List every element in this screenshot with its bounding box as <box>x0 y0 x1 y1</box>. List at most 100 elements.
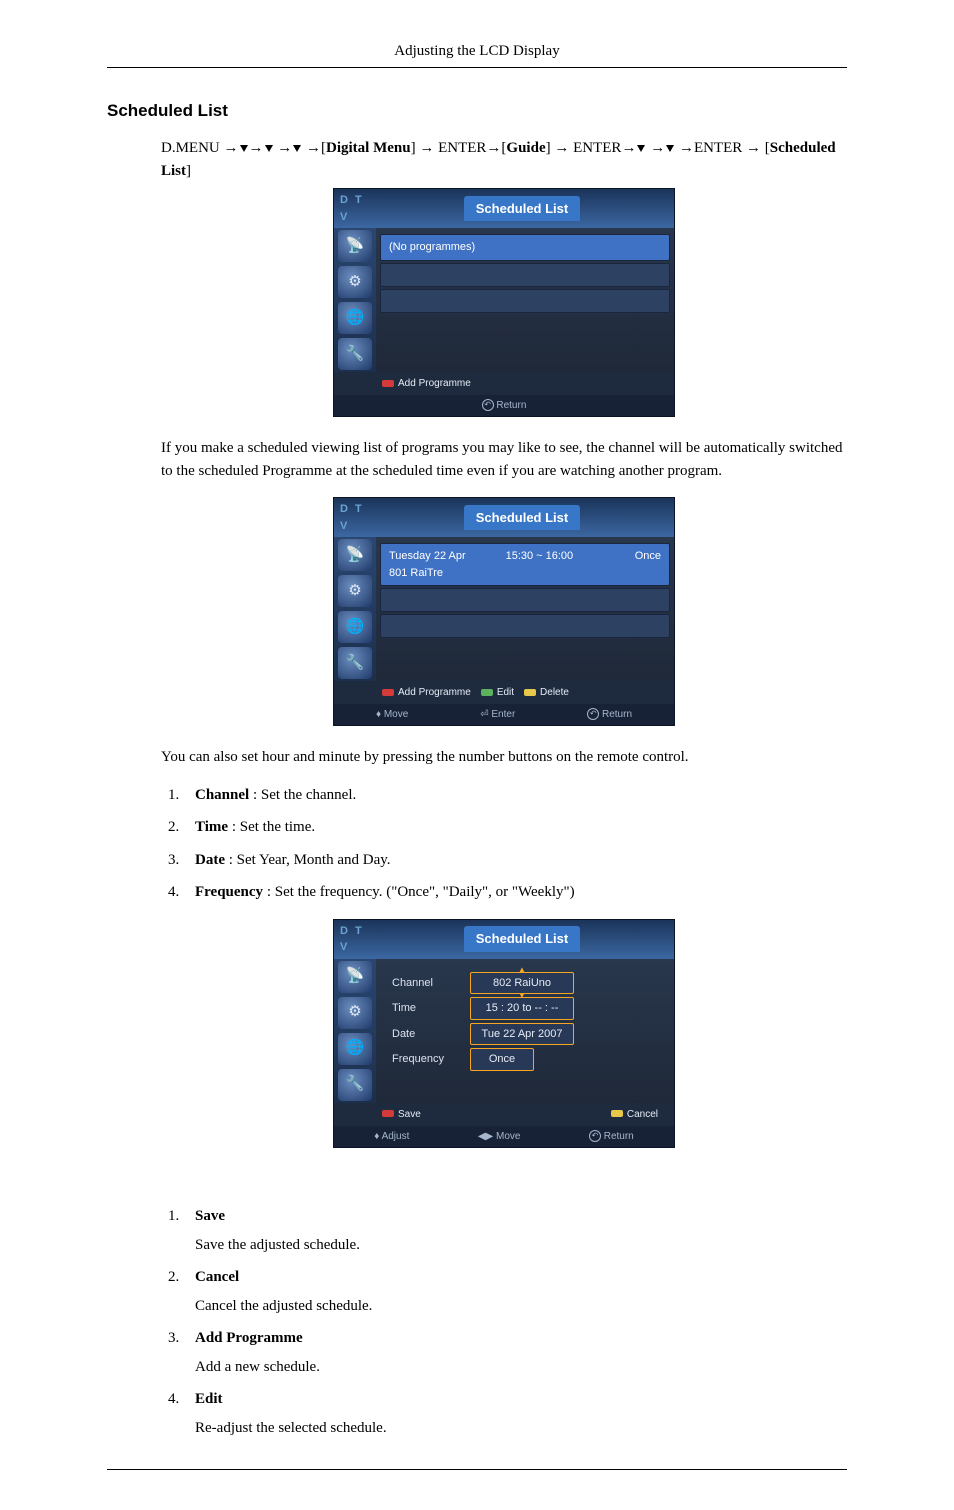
tools-icon: 🔧 <box>338 338 372 370</box>
osd-dtv-label: D T V <box>340 923 376 956</box>
osd-sidebar: 📡 ⚙ 🌐 🔧 <box>334 959 376 1103</box>
osd-title: Scheduled List <box>464 196 580 222</box>
osd-footer: Add Programme <box>334 372 674 395</box>
breadcrumb-digital-menu: Digital Menu <box>326 140 411 156</box>
list-item-desc: Re-adjust the selected schedule. <box>195 1417 847 1440</box>
move-label: Move <box>496 1131 520 1142</box>
globe-icon: 🌐 <box>338 302 372 334</box>
osd-screenshot-2: D T V Scheduled List 📡 ⚙ 🌐 🔧 Tuesday 22 … <box>333 497 675 726</box>
channel-value: ▲802 RaiUno▼ <box>470 972 574 995</box>
list-item-desc: : Set the time. <box>228 819 315 835</box>
osd-screenshot-1: D T V Scheduled List 📡 ⚙ 🌐 🔧 (No program… <box>333 188 675 417</box>
osd-footer2: ♦ Adjust ◀▶ Move ↶ Return <box>334 1126 674 1147</box>
field-row-date: Date Tue 22 Apr 2007 <box>380 1023 670 1046</box>
enter-label: Enter <box>491 709 515 720</box>
time-value: 15 : 20 to -- : -- <box>470 997 574 1020</box>
delete-label: Delete <box>540 687 569 698</box>
list-item-desc: : Set the frequency. ("Once", "Daily", o… <box>263 884 575 900</box>
paragraph-description-2: You can also set hour and minute by pres… <box>161 746 847 769</box>
date-label: Date <box>380 1026 470 1043</box>
divider-top <box>107 67 847 68</box>
save-label: Save <box>398 1109 421 1120</box>
list-item-desc: Add a new schedule. <box>195 1356 847 1379</box>
up-arrow-icon: ▲ <box>518 964 526 976</box>
down-arrow-icon <box>666 145 674 152</box>
tools-icon: 🔧 <box>338 647 372 679</box>
breadcrumb-enter: ENTER <box>573 140 621 156</box>
field-row-channel: Channel ▲802 RaiUno▼ <box>380 972 670 995</box>
antenna-icon: 📡 <box>338 230 372 262</box>
globe-icon: 🌐 <box>338 1033 372 1065</box>
frequency-label: Frequency <box>380 1051 470 1068</box>
list-item-label: Save <box>195 1208 225 1224</box>
list-item-desc: : Set Year, Month and Day. <box>225 852 391 868</box>
list-item-label: Date <box>195 852 225 868</box>
breadcrumb-dmenu: D.MENU <box>161 140 224 156</box>
empty-row <box>380 614 670 638</box>
return-icon: ↶ <box>482 399 494 411</box>
move-label: Move <box>384 709 408 720</box>
osd-title: Scheduled List <box>464 505 580 531</box>
page-header: Adjusting the LCD Display <box>107 40 847 63</box>
breadcrumb-guide: Guide <box>506 140 545 156</box>
osd-footer2: ♦ Move ⏎ Enter ↶ Return <box>334 704 674 725</box>
config-icon: ⚙ <box>338 266 372 298</box>
list-item-label: Time <box>195 819 228 835</box>
field-row-frequency: Frequency Once <box>380 1048 670 1071</box>
empty-row <box>380 263 670 287</box>
numbered-list-1: Channel : Set the channel. Time : Set th… <box>161 784 847 904</box>
list-item-label: Channel <box>195 787 249 803</box>
antenna-icon: 📡 <box>338 961 372 993</box>
antenna-icon: 📡 <box>338 539 372 571</box>
empty-row <box>380 588 670 612</box>
return-icon: ↶ <box>589 1130 601 1142</box>
programme-channel: 801 RaiTre <box>389 565 506 582</box>
list-item: Time : Set the time. <box>183 816 847 839</box>
config-icon: ⚙ <box>338 997 372 1029</box>
red-pill-icon <box>382 380 394 387</box>
programme-time: 15:30 ~ 16:00 <box>506 548 603 581</box>
list-item: Frequency : Set the frequency. ("Once", … <box>183 881 847 904</box>
divider-bottom <box>107 1469 847 1470</box>
list-item: Channel : Set the channel. <box>183 784 847 807</box>
red-pill-icon <box>382 689 394 696</box>
list-item: Edit Re-adjust the selected schedule. <box>183 1388 847 1439</box>
no-programmes-row: (No programmes) <box>380 234 670 261</box>
osd-dtv-label: D T V <box>340 501 376 534</box>
return-label: Return <box>602 709 632 720</box>
numbered-list-2: Save Save the adjusted schedule. Cancel … <box>161 1205 847 1439</box>
return-label: Return <box>496 400 526 411</box>
list-item: Add Programme Add a new schedule. <box>183 1327 847 1378</box>
field-row-time: Time 15 : 20 to -- : -- <box>380 997 670 1020</box>
frequency-value: Once <box>470 1048 534 1071</box>
globe-icon: 🌐 <box>338 611 372 643</box>
list-item-label: Edit <box>195 1391 223 1407</box>
adjust-label: Adjust <box>382 1131 410 1142</box>
list-item: Save Save the adjusted schedule. <box>183 1205 847 1256</box>
cancel-label: Cancel <box>627 1109 658 1120</box>
paragraph-description-1: If you make a scheduled viewing list of … <box>161 437 847 482</box>
osd-footer: Save Cancel <box>334 1103 674 1126</box>
add-programme-label: Add Programme <box>398 378 471 389</box>
green-pill-icon <box>481 689 493 696</box>
list-item-label: Add Programme <box>195 1330 303 1346</box>
osd-screenshot-3: D T V Scheduled List 📡 ⚙ 🌐 🔧 Channel ▲80… <box>333 919 675 1148</box>
osd-sidebar: 📡 ⚙ 🌐 🔧 <box>334 228 376 372</box>
return-label: Return <box>604 1131 634 1142</box>
list-item-desc: : Set the channel. <box>249 787 356 803</box>
list-item: Cancel Cancel the adjusted schedule. <box>183 1266 847 1317</box>
edit-label: Edit <box>497 687 514 698</box>
osd-dtv-label: D T V <box>340 192 376 225</box>
down-arrow-icon <box>265 145 273 152</box>
add-programme-label: Add Programme <box>398 687 471 698</box>
down-arrow-icon <box>293 145 301 152</box>
programme-frequency: Once <box>603 548 661 581</box>
down-arrow-icon <box>637 145 645 152</box>
list-item: Date : Set Year, Month and Day. <box>183 849 847 872</box>
date-value: Tue 22 Apr 2007 <box>470 1023 574 1046</box>
osd-footer2: ↶ Return <box>334 395 674 416</box>
channel-label: Channel <box>380 975 470 992</box>
yellow-pill-icon <box>611 1110 623 1117</box>
time-label: Time <box>380 1000 470 1017</box>
breadcrumb-enter: ENTER <box>694 140 742 156</box>
